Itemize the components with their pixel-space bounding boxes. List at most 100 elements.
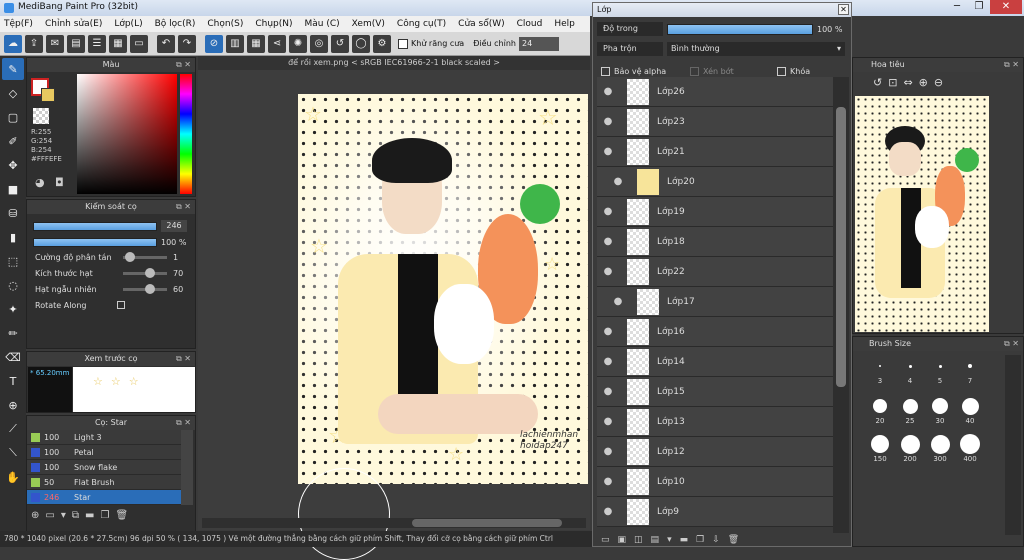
eye-icon[interactable]: ● [597, 266, 619, 277]
eye-icon[interactable]: ● [597, 326, 619, 337]
color-palette-icon[interactable]: ◘ [55, 176, 64, 189]
layer-row[interactable]: ● Lớp13 [597, 407, 833, 437]
comment-icon[interactable]: ✉ [46, 34, 64, 53]
layer-panel-close-icon[interactable]: ✕ [838, 4, 849, 15]
hue-bar[interactable] [180, 74, 192, 194]
layer-opacity-bar[interactable] [667, 23, 813, 35]
parallel-snap-icon[interactable]: ▥ [226, 34, 244, 53]
new-8bit-layer-icon[interactable]: ◫ [634, 535, 643, 545]
layer-scrollbar[interactable] [833, 77, 849, 533]
navigator-thumbnail[interactable] [855, 96, 989, 332]
layer-row[interactable]: ● Lớp15 [597, 377, 833, 407]
menu-item-10[interactable]: Cloud [517, 19, 543, 29]
color-wheel-icon[interactable]: ◕ [35, 176, 45, 189]
brush-param-slider[interactable] [123, 267, 167, 278]
scrollbar-thumb[interactable] [412, 519, 562, 527]
no-snap-icon[interactable]: ⊘ [205, 34, 223, 53]
brush-size-option[interactable]: 4 [897, 355, 923, 385]
brush-size-option[interactable]: 400 [957, 433, 983, 463]
duplicate-layer-icon[interactable]: ❐ [696, 535, 704, 545]
brush-item[interactable]: 100 Light 3 [27, 430, 181, 445]
brush-size-option[interactable]: 200 [897, 433, 923, 463]
new-layer-icon[interactable]: ▭ [601, 535, 610, 545]
panel-menu-icon[interactable]: ⧉ ✕ [176, 200, 191, 214]
ellipse-snap-icon[interactable]: ◯ [352, 34, 370, 53]
eye-icon[interactable]: ● [597, 446, 619, 457]
select-eraser-icon[interactable]: ⌫ [2, 346, 24, 368]
brush-size-option[interactable]: 3 [867, 355, 893, 385]
pen-eyedropper-icon[interactable]: ⟍ [2, 442, 24, 464]
size-value[interactable]: 246 [161, 220, 187, 232]
lasso-tool-icon[interactable]: ◌ [2, 274, 24, 296]
menu-item-0[interactable]: Tệp(F) [4, 19, 33, 29]
rotate-along-checkbox[interactable] [117, 301, 125, 309]
layer-row[interactable]: ● Lớp23 [597, 107, 833, 137]
copy-brush-icon[interactable]: ⧉ [72, 510, 79, 521]
layer-row[interactable]: ● Lớp19 [597, 197, 833, 227]
pen-tool-icon[interactable]: ✐ [2, 130, 24, 152]
menu-item-9[interactable]: Cửa sổ(W) [458, 19, 504, 29]
eye-icon[interactable]: ● [607, 176, 629, 187]
hand-tool-icon[interactable]: ✋ [2, 466, 24, 488]
panel-menu-icon[interactable]: ⧉ ✕ [176, 416, 191, 430]
divide-tool-icon[interactable]: ⊕ [2, 394, 24, 416]
move-tool-icon[interactable]: ✥ [2, 154, 24, 176]
radial-snap-icon[interactable]: ✺ [289, 34, 307, 53]
brush-tool-icon[interactable]: ✎ [2, 58, 24, 80]
brush-size-option[interactable]: 40 [957, 395, 983, 425]
minimize-icon[interactable]: ─ [946, 0, 968, 14]
list-icon[interactable]: ☰ [88, 34, 106, 53]
new-1bit-layer-icon[interactable]: ▤ [651, 535, 660, 545]
eye-icon[interactable]: ● [597, 116, 619, 127]
protect-alpha-checkbox[interactable] [601, 66, 610, 76]
panel-menu-icon[interactable]: ⧉ ✕ [176, 58, 191, 72]
gradient-tool-icon[interactable]: ▮ [2, 226, 24, 248]
brush-param-slider[interactable] [123, 251, 167, 262]
eraser-tool-icon[interactable]: ◇ [2, 82, 24, 104]
layer-folder-icon[interactable]: ▬ [680, 535, 689, 545]
panel-menu-icon[interactable]: ⧉ ✕ [176, 352, 191, 366]
brush-size-option[interactable]: 30 [927, 395, 953, 425]
add-brush-icon[interactable]: ⊕ [31, 510, 39, 521]
eye-icon[interactable]: ● [597, 386, 619, 397]
eye-icon[interactable]: ● [597, 356, 619, 367]
page-icon[interactable]: ▤ [67, 34, 85, 53]
brush-list-scrollbar[interactable] [181, 430, 193, 505]
blend-select[interactable]: Bình thường ▾ [667, 42, 845, 56]
redo-icon[interactable]: ↷ [178, 34, 196, 53]
brush-size-option[interactable]: 150 [867, 433, 893, 463]
brush-menu-icon[interactable]: ▾ [61, 510, 66, 521]
eye-icon[interactable]: ● [597, 476, 619, 487]
menu-item-4[interactable]: Chọn(S) [207, 19, 243, 29]
horizontal-scrollbar[interactable] [202, 518, 586, 528]
brush-size-option[interactable]: 300 [927, 433, 953, 463]
fit-icon[interactable]: ⊡ [888, 76, 897, 89]
size-bar[interactable] [33, 221, 157, 231]
color-square[interactable] [77, 74, 177, 194]
layer-scrollbar-thumb[interactable] [836, 107, 846, 387]
layer-row[interactable]: ● Lớp14 [597, 347, 833, 377]
antialias-checkbox[interactable] [398, 38, 408, 49]
zoom-out-icon[interactable]: ⊖ [934, 76, 943, 89]
eye-icon[interactable]: ● [597, 416, 619, 427]
eye-icon[interactable]: ● [597, 146, 619, 157]
bucket-tool-icon[interactable]: ⛁ [2, 202, 24, 224]
slider-knob[interactable] [145, 283, 155, 294]
cross-snap-icon[interactable]: ▦ [247, 34, 265, 53]
layer-row[interactable]: ● Lớp22 [597, 257, 833, 287]
brush-item[interactable]: 246 Star [27, 490, 181, 505]
vanishing-snap-icon[interactable]: ⋖ [268, 34, 286, 53]
menu-item-7[interactable]: Xem(V) [352, 19, 385, 29]
new-brush-icon[interactable]: ▭ [45, 510, 54, 521]
layer-menu-icon[interactable]: ▾ [667, 535, 672, 545]
layer-row[interactable]: ● Lớp18 [597, 227, 833, 257]
brush-size-option[interactable]: 5 [927, 355, 953, 385]
undo-icon[interactable]: ↶ [157, 34, 175, 53]
brush-item[interactable]: 100 Petal [27, 445, 181, 460]
menu-item-8[interactable]: Công cụ(T) [397, 19, 446, 29]
fit-width-icon[interactable]: ⇔ [903, 76, 912, 89]
menu-item-11[interactable]: Help [554, 19, 575, 29]
magic-wand-icon[interactable]: ✦ [2, 298, 24, 320]
menu-item-5[interactable]: Chụp(N) [255, 19, 292, 29]
duplicate-icon[interactable]: ❐ [100, 510, 109, 521]
